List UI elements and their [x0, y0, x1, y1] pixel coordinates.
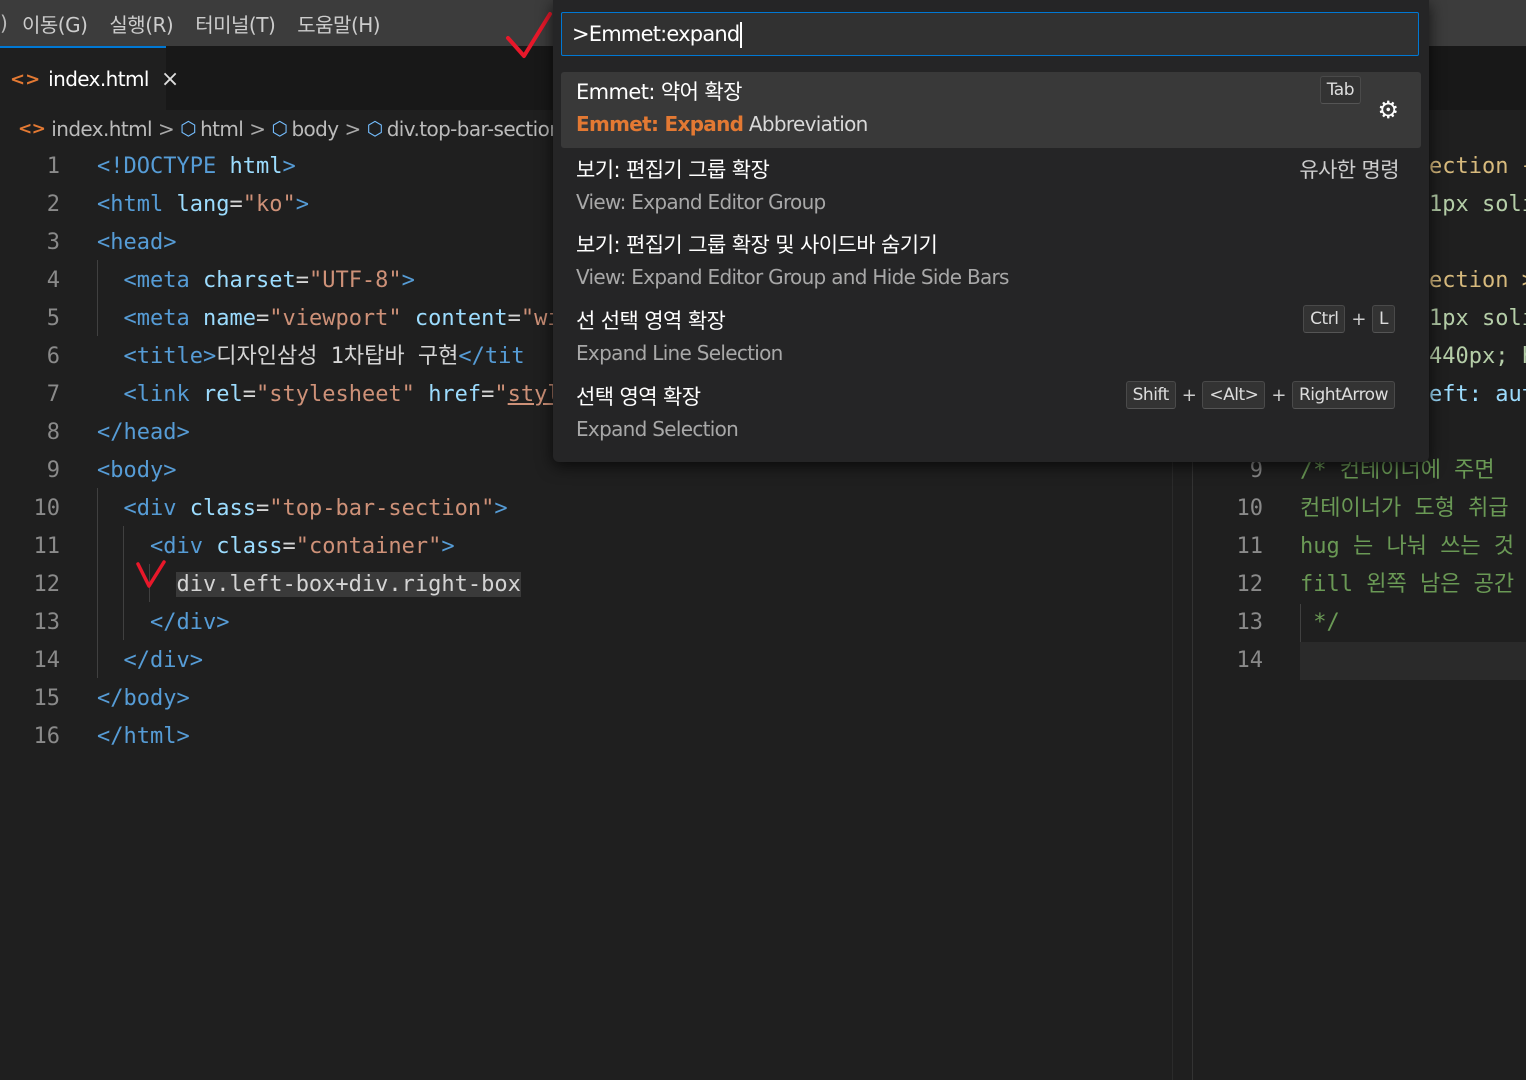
text-caret [740, 22, 743, 48]
close-icon[interactable]: × [161, 67, 179, 92]
code-fragment: 1px soli [1429, 192, 1526, 217]
html-file-icon: <> [18, 119, 46, 139]
command-palette-input[interactable]: >Emmet:expand [561, 12, 1419, 56]
command-subtitle: View: Expand Editor Group [576, 190, 826, 214]
line-number: 12 [1236, 572, 1264, 597]
code-line-current: 12 div.left-box+div.right-box [33, 572, 521, 597]
code-fragment: 1px soli [1429, 306, 1526, 331]
command-subtitle: Expand Selection [576, 417, 739, 441]
menu-go[interactable]: 이동(G) [22, 9, 88, 38]
keybinding: Ctrl + L [1303, 305, 1395, 333]
comment-line: fill 왼쪽 남은 공간 [1300, 572, 1515, 597]
code-fragment: eft: aut [1429, 382, 1526, 407]
command-item-view-expand-editor-group[interactable]: 보기: 편집기 그룹 확장 View: Expand Editor Group … [561, 150, 1421, 226]
code-line: 11 <div class="container"> [33, 534, 455, 559]
command-title: 보기: 편집기 그룹 확장 및 사이드바 숨기기 [576, 233, 938, 257]
tab-index-html[interactable]: <> index.html × [0, 46, 179, 110]
line-number: 14 [1236, 648, 1264, 673]
command-title: Emmet: 약어 확장 [576, 80, 742, 104]
command-subtitle: View: Expand Editor Group and Hide Side … [576, 265, 1009, 289]
code-fragment: 440px; h [1429, 344, 1526, 369]
code-line: 10 <div class="top-bar-section"> [33, 496, 508, 521]
command-palette: >Emmet:expand Emmet: 약어 확장 Emmet: Expand… [553, 0, 1429, 462]
comment-line: 컨테이너가 도형 취급 [1300, 496, 1509, 521]
breadcrumb-html[interactable]: html [200, 117, 244, 141]
breadcrumb-div-top-bar-section[interactable]: div.top-bar-section [387, 117, 562, 141]
code-line: 14 </div> [33, 648, 203, 673]
breadcrumb-separator: > [157, 117, 175, 141]
red-checkmark-annotation [136, 560, 166, 588]
element-icon: ⬡ [180, 118, 197, 140]
breadcrumb-separator: > [249, 117, 266, 141]
line-number: 13 [1236, 610, 1264, 635]
breadcrumb-separator: > [344, 117, 362, 141]
tab-label: index.html [48, 67, 149, 91]
gear-icon[interactable]: ⚙ [1377, 96, 1399, 124]
breadcrumb-file[interactable]: index.html [51, 117, 152, 141]
keybinding: Shift + <Alt> + RightArrow [1125, 381, 1395, 409]
command-item-emmet-expand-abbreviation[interactable]: Emmet: 약어 확장 Emmet: Expand Abbreviation … [561, 72, 1421, 148]
code-line: 16 </html> [33, 724, 190, 749]
command-title: 보기: 편집기 그룹 확장 [576, 158, 770, 182]
code-line: 13 </div> [33, 610, 230, 635]
menu-run[interactable]: 실행(R) [109, 9, 173, 38]
command-item-expand-line-selection[interactable]: 선 선택 영역 확장 Expand Line Selection Ctrl + … [561, 301, 1421, 377]
element-icon: ⬡ [366, 118, 384, 140]
keybinding: Tab [1319, 76, 1361, 104]
menu-help[interactable]: 도움말(H) [297, 9, 380, 38]
similar-commands-label: 유사한 명령 [1299, 158, 1399, 182]
code-fragment: ection { [1429, 154, 1526, 179]
command-item-view-expand-editor-group-hide-sidebars[interactable]: 보기: 편집기 그룹 확장 및 사이드바 숨기기 View: Expand Ed… [561, 225, 1421, 301]
html-file-icon: <> [10, 68, 41, 90]
breadcrumb: <> index.html > ⬡ html > ⬡ body > ⬡ div.… [18, 112, 590, 146]
comment-line: hug 는 나눠 쓰는 것 [1300, 534, 1515, 559]
code-fragment: ection > [1429, 268, 1526, 293]
command-item-expand-selection[interactable]: 선택 영역 확장 Expand Selection Shift + <Alt> … [561, 377, 1421, 453]
command-title: 선 선택 영역 확장 [576, 309, 726, 333]
code-line: 15 </body> [33, 686, 190, 711]
command-subtitle: Expand Line Selection [576, 341, 783, 365]
comment-line: */ [1300, 610, 1340, 635]
current-line-highlight [1300, 642, 1526, 680]
menu-edge-fragment: ) [0, 11, 8, 35]
red-checkmark-annotation [506, 12, 552, 58]
command-title: 선택 영역 확장 [576, 385, 701, 409]
line-number: 11 [1236, 534, 1264, 559]
element-icon: ⬡ [271, 118, 288, 140]
line-number: 10 [1236, 496, 1264, 521]
command-subtitle: Emmet: Expand Abbreviation [576, 112, 868, 136]
abbreviation-text: div.left-box+div.right-box [176, 572, 521, 597]
menu-terminal[interactable]: 터미널(T) [195, 9, 276, 38]
breadcrumb-body[interactable]: body [291, 117, 339, 141]
